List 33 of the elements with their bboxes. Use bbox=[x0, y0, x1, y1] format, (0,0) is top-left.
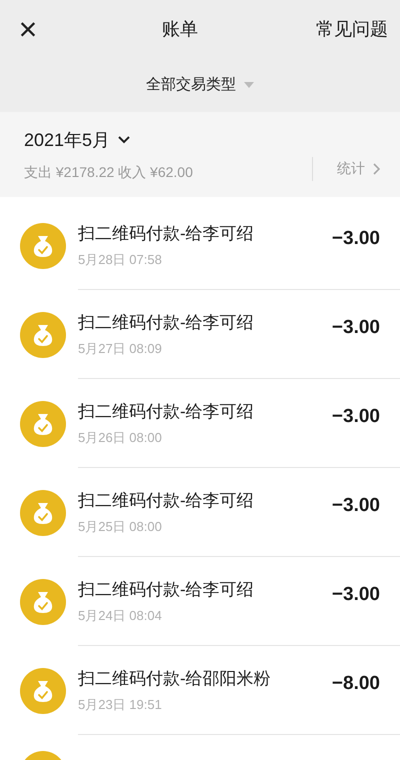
transaction-amount: −3.00 bbox=[332, 405, 380, 429]
page-title: 账单 bbox=[162, 18, 198, 40]
transaction-title: 扫二维码付款-给李可绍 bbox=[78, 400, 255, 422]
chevron-down-icon bbox=[118, 136, 130, 144]
help-link[interactable]: 常见问题 bbox=[316, 16, 388, 42]
transaction-amount: −3.00 bbox=[332, 227, 380, 251]
money-bag-icon bbox=[20, 222, 66, 268]
close-button[interactable]: × bbox=[12, 13, 44, 45]
transaction-title: 扫二维码付款-给李可绍 bbox=[78, 222, 255, 244]
money-bag-icon bbox=[20, 490, 66, 536]
transaction-title: 扫二维码付款-给李可绍 bbox=[78, 578, 255, 600]
money-bag-icon bbox=[20, 312, 66, 358]
money-bag-icon bbox=[20, 400, 66, 446]
transaction-time: 5月28日 07:58 bbox=[78, 251, 163, 269]
transaction-title: 扫二维码付款-给李可绍 bbox=[78, 312, 255, 334]
month-selector[interactable]: 2021年5月 bbox=[24, 126, 130, 154]
transaction-time: 5月26日 08:00 bbox=[78, 429, 163, 447]
transaction-time: 5月25日 08:00 bbox=[78, 518, 163, 536]
month-totals: 支出 ¥2178.22 收入 ¥62.00 bbox=[24, 162, 194, 182]
transaction-amount: −3.00 bbox=[332, 316, 380, 340]
transaction-time: 5月27日 08:09 bbox=[78, 340, 163, 358]
transaction-amount: −3.00 bbox=[332, 494, 380, 518]
transaction-title: 扫二维码付款-给邵阳米粉 bbox=[78, 668, 272, 690]
dropdown-caret-icon bbox=[244, 82, 254, 88]
money-bag-icon bbox=[20, 578, 66, 624]
transaction-amount: −3.00 bbox=[332, 583, 380, 607]
transaction-title: 扫二维码付款-给李可绍 bbox=[78, 490, 255, 512]
transaction-time: 5月24日 08:04 bbox=[78, 607, 163, 625]
transaction-amount: −8.00 bbox=[332, 672, 380, 696]
transaction-time: 5月23日 19:51 bbox=[78, 696, 163, 714]
chevron-right-icon bbox=[373, 162, 380, 174]
money-bag-icon bbox=[20, 668, 66, 714]
transaction-type-dropdown[interactable]: 全部交易类型 bbox=[146, 74, 254, 96]
